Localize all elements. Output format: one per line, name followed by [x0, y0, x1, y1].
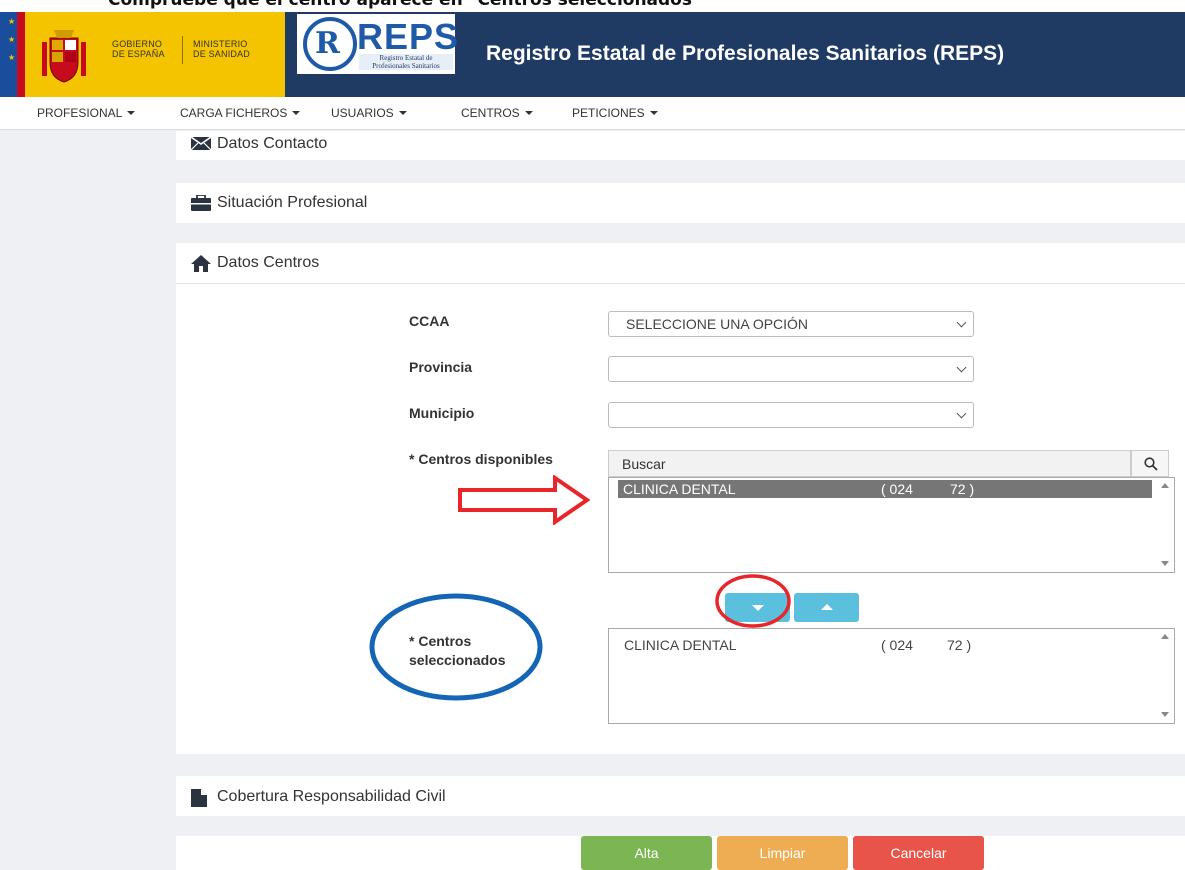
- briefcase-icon: [191, 195, 211, 211]
- provincia-select[interactable]: [608, 356, 974, 382]
- reps-logo: R REPS Registro Estatal de Profesionales…: [297, 14, 458, 74]
- nav-carga-ficheros[interactable]: CARGA FICHEROS: [180, 106, 301, 120]
- panel-datos-contacto: [176, 131, 1185, 160]
- caret-down-icon: [292, 111, 301, 115]
- section-cobertura-responsabilidad-civil[interactable]: Cobertura Responsabilidad Civil: [191, 788, 446, 807]
- red-circle-annotation: [715, 574, 791, 628]
- chevron-down-icon: [956, 408, 967, 419]
- nav-usuarios[interactable]: USUARIOS: [331, 106, 407, 120]
- ministry-line-1: MINISTERIO: [193, 39, 248, 49]
- chevron-down-icon: [956, 317, 967, 328]
- reps-logo-sub-1: Registro Estatal de: [359, 54, 453, 62]
- gov-line-2: DE ESPAÑA: [112, 49, 165, 59]
- reps-logo-word: REPS: [357, 16, 460, 57]
- page-title: Registro Estatal de Profesionales Sanita…: [486, 42, 1005, 65]
- caret-down-icon: [127, 111, 136, 115]
- triangle-up-icon: [821, 604, 833, 610]
- chevron-down-icon: [956, 362, 967, 373]
- scroll-down-icon[interactable]: [1161, 712, 1169, 717]
- section-datos-centros[interactable]: Datos Centros: [191, 254, 319, 272]
- file-icon: [191, 789, 207, 807]
- caret-down-icon: [524, 111, 533, 115]
- home-icon: [191, 255, 211, 272]
- spain-flag-stripe: [17, 12, 25, 97]
- alta-button[interactable]: Alta: [581, 836, 712, 870]
- centros-disponibles-label: * Centros disponibles: [409, 451, 553, 467]
- municipio-label: Municipio: [409, 405, 475, 421]
- municipio-select[interactable]: [608, 402, 974, 428]
- divider: [176, 283, 1185, 284]
- search-button[interactable]: [1131, 450, 1169, 477]
- cancelar-button[interactable]: Cancelar: [853, 836, 984, 870]
- section-situacion-profesional[interactable]: Situación Profesional: [191, 194, 367, 212]
- centros-seleccionados-list[interactable]: CLINICA DENTAL ( 024 72 ): [608, 628, 1175, 724]
- nav-peticiones[interactable]: PETICIONES: [572, 106, 658, 120]
- nav-centros[interactable]: CENTROS: [461, 106, 533, 120]
- coat-of-arms-icon: [42, 30, 86, 83]
- move-up-button[interactable]: [794, 593, 859, 622]
- gov-line-1: GOBIERNO: [112, 39, 163, 49]
- search-icon: [1144, 457, 1158, 471]
- caret-down-icon: [398, 111, 407, 115]
- limpiar-button[interactable]: Limpiar: [717, 836, 848, 870]
- divider: [182, 36, 183, 64]
- site-header: ★ ★ ★ GOBIERNO DE ESPAÑA MINISTERIO DE SAN…: [0, 12, 1185, 97]
- section-datos-contacto[interactable]: Datos Contacto: [191, 135, 327, 153]
- main-nav: PROFESIONAL CARGA FICHEROS USUARIOS CENT…: [0, 97, 1185, 130]
- caption-text: Compruebe que el centro aparece en "Cent…: [108, 0, 701, 10]
- ccaa-label: CCAA: [409, 313, 450, 329]
- reps-logo-mark: R: [315, 26, 340, 61]
- government-banner: ★ ★ ★ GOBIERNO DE ESPAÑA MINISTERIO DE SAN…: [0, 12, 285, 97]
- tutorial-caption: Compruebe que el centro aparece en "Cent…: [0, 0, 1185, 12]
- red-arrow-annotation: [458, 475, 590, 525]
- provincia-label: Provincia: [409, 359, 473, 375]
- scroll-down-icon[interactable]: [1161, 561, 1169, 566]
- centros-disponibles-list[interactable]: CLINICA DENTAL ( 024 72 ): [608, 477, 1175, 573]
- ccaa-select[interactable]: SELECCIONE UNA OPCIÓN: [608, 311, 974, 337]
- envelope-icon: [191, 136, 211, 151]
- reps-logo-sub-2: Profesionales Sanitarios: [359, 62, 453, 70]
- scroll-up-icon[interactable]: [1161, 634, 1169, 639]
- nav-profesional[interactable]: PROFESIONAL: [37, 106, 136, 120]
- caret-down-icon: [649, 111, 658, 115]
- ccaa-select-value: SELECCIONE UNA OPCIÓN: [626, 316, 809, 332]
- blue-ellipse-annotation: [369, 593, 543, 701]
- scroll-up-icon[interactable]: [1161, 483, 1169, 488]
- ministry-line-2: DE SANIDAD: [193, 49, 251, 59]
- centros-search-input[interactable]: Buscar: [608, 450, 1131, 477]
